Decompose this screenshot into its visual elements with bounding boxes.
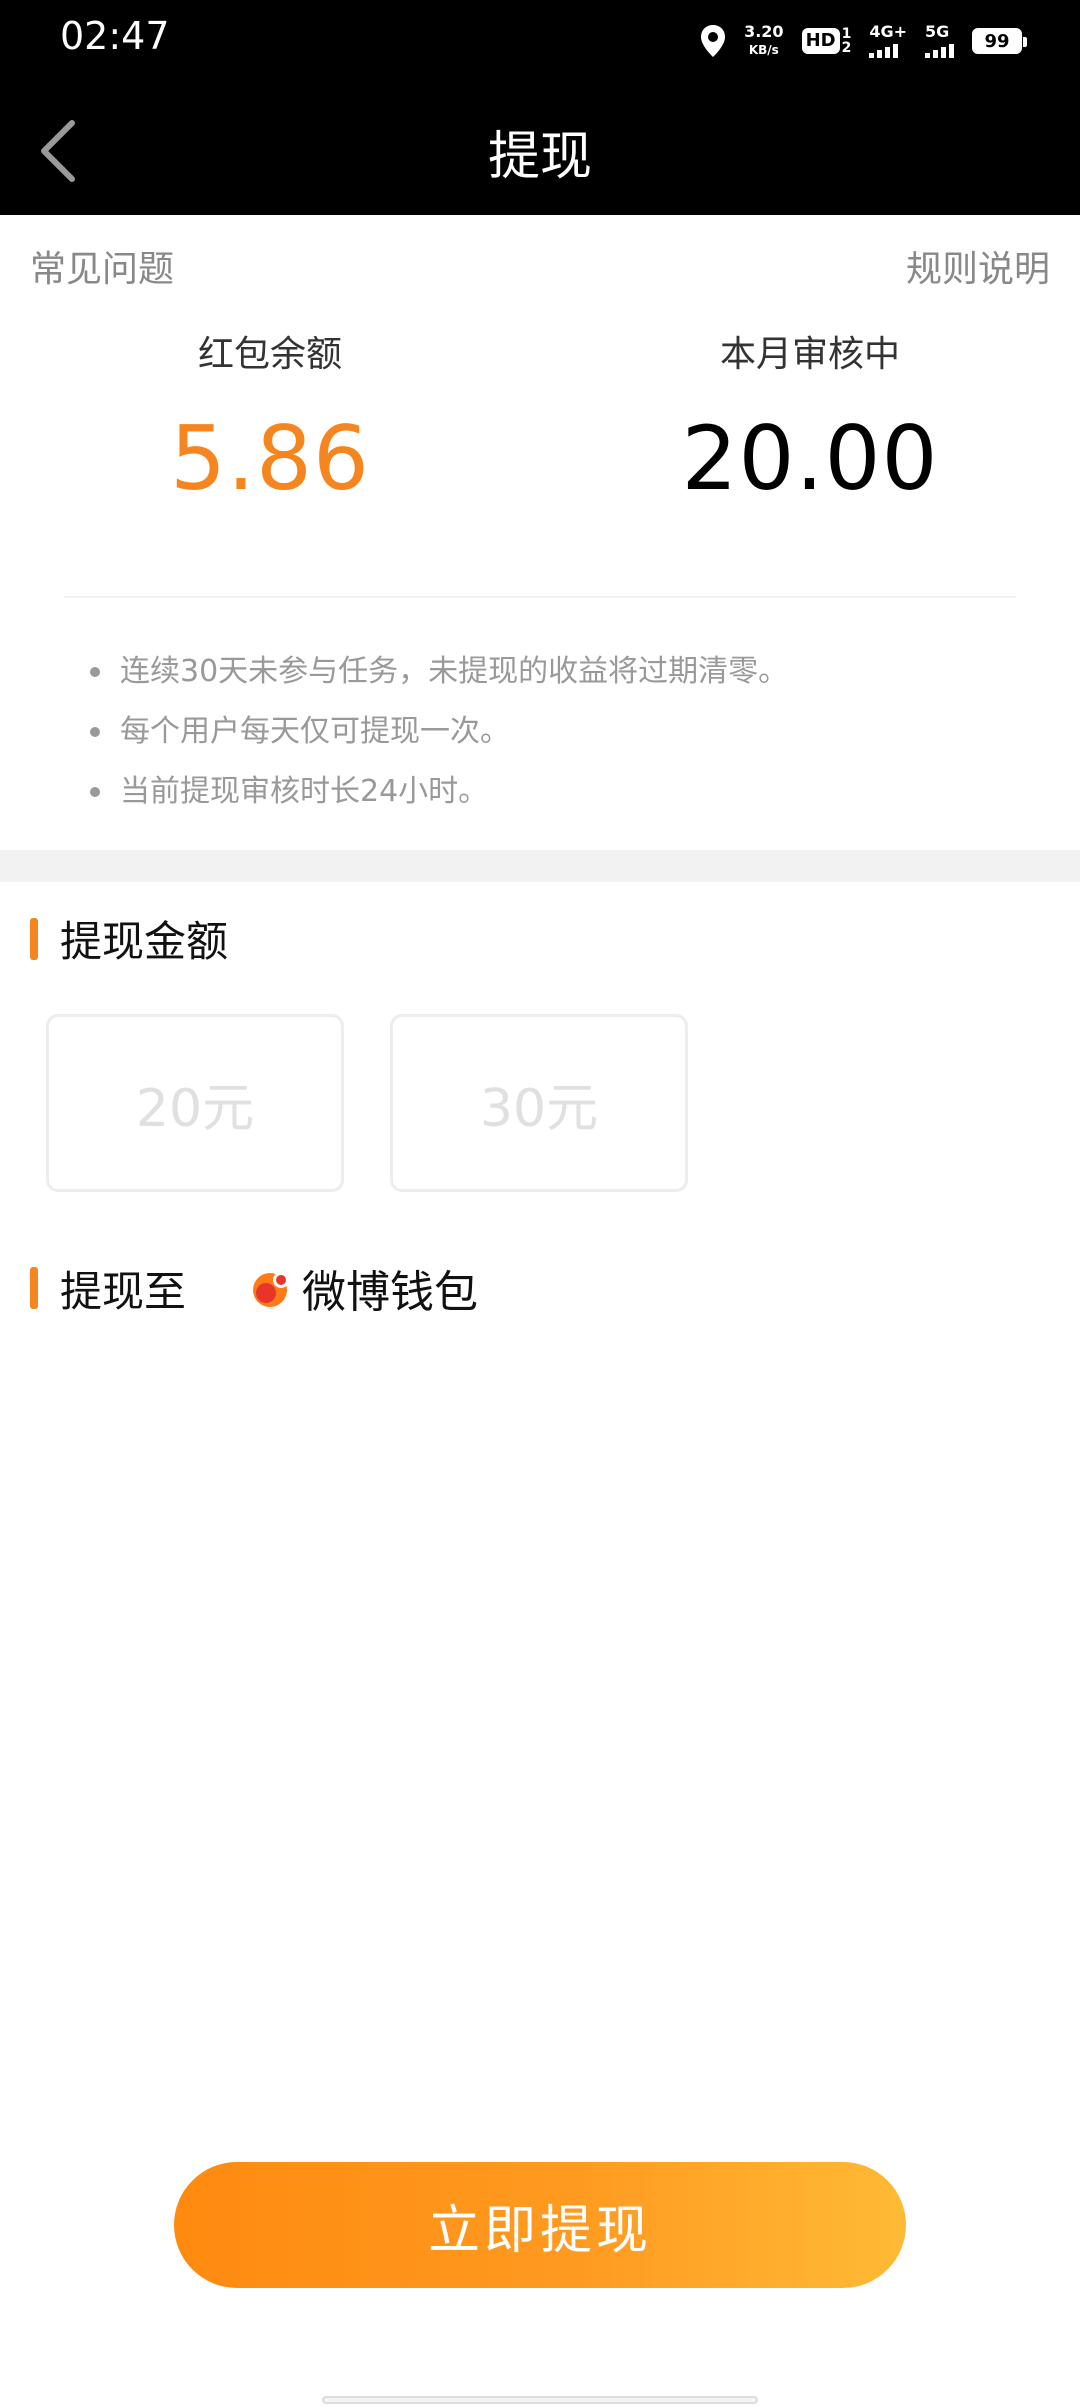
weibo-wallet-icon	[252, 1268, 292, 1308]
section-accent-bar	[30, 917, 38, 960]
pending-review-value: 20.00	[681, 407, 939, 510]
signal-5g-label: 5G	[925, 22, 950, 41]
destination-section-title: 提现至	[60, 1266, 187, 1316]
red-packet-balance-value: 5.86	[170, 407, 370, 510]
section-separator	[0, 850, 1080, 882]
note-item: 连续30天未参与任务，未提现的收益将过期清零。	[90, 642, 788, 702]
section-accent-bar	[30, 1267, 38, 1309]
status-time: 02:47	[60, 14, 170, 58]
red-packet-balance: 红包余额 5.86	[0, 325, 540, 510]
divider	[64, 596, 1016, 598]
note-text: 每个用户每天仅可提现一次。	[120, 714, 510, 749]
battery-icon: 99	[972, 28, 1027, 54]
network-speed-unit: KB/s	[748, 43, 779, 57]
network-speed-value: 3.20	[744, 22, 784, 41]
network-speed: 3.20 KB/s	[744, 23, 783, 59]
nav-bar: 提现	[0, 80, 1080, 215]
bullet-icon	[90, 787, 100, 797]
hd-label: HD	[801, 28, 840, 54]
amount-section-header: 提现金额	[30, 908, 228, 969]
rules-link[interactable]: 规则说明	[906, 240, 1050, 292]
page-title: 提现	[487, 127, 592, 187]
amount-options: 20元 30元	[46, 1014, 688, 1192]
weibo-wallet-label: 微博钱包	[302, 1267, 479, 1318]
hd-sub-bottom: 2	[841, 40, 852, 56]
notes-list: 连续30天未参与任务，未提现的收益将过期清零。 每个用户每天仅可提现一次。 当前…	[90, 642, 788, 822]
bullet-icon	[90, 727, 100, 737]
note-text: 连续30天未参与任务，未提现的收益将过期清零。	[120, 654, 789, 689]
home-indicator[interactable]	[322, 2396, 758, 2404]
battery-level: 99	[984, 30, 1010, 52]
status-icons: 3.20 KB/s HD 1 2 4G+ 5G 99	[700, 18, 1027, 64]
signal-4g-label: 4G+	[869, 22, 907, 41]
hd-sub-top: 1	[841, 26, 852, 42]
hd-voice-icon: HD 1 2	[801, 26, 852, 56]
status-bar: 02:47 3.20 KB/s HD 1 2 4G+ 5G 99	[0, 0, 1080, 80]
faq-link[interactable]: 常见问题	[30, 240, 174, 292]
amount-option-30[interactable]: 30元	[390, 1014, 688, 1192]
pending-review-balance: 本月审核中 20.00	[540, 325, 1080, 510]
weibo-wallet-option[interactable]: 微博钱包	[252, 1256, 478, 1320]
signal-4g-icon: 4G+	[869, 24, 907, 58]
note-item: 当前提现审核时长24小时。	[90, 762, 788, 822]
note-text: 当前提现审核时长24小时。	[120, 774, 489, 809]
amount-option-20[interactable]: 20元	[46, 1014, 344, 1192]
pending-review-label: 本月审核中	[719, 334, 900, 375]
withdraw-now-button[interactable]: 立即提现	[174, 2162, 906, 2288]
amount-section-title: 提现金额	[60, 917, 229, 966]
bullet-icon	[90, 667, 100, 677]
destination-section-header: 提现至 微博钱包	[30, 1256, 478, 1320]
red-packet-balance-label: 红包余额	[197, 334, 342, 375]
signal-5g-icon: 5G	[925, 24, 954, 58]
location-icon	[700, 25, 726, 57]
note-item: 每个用户每天仅可提现一次。	[90, 702, 788, 762]
